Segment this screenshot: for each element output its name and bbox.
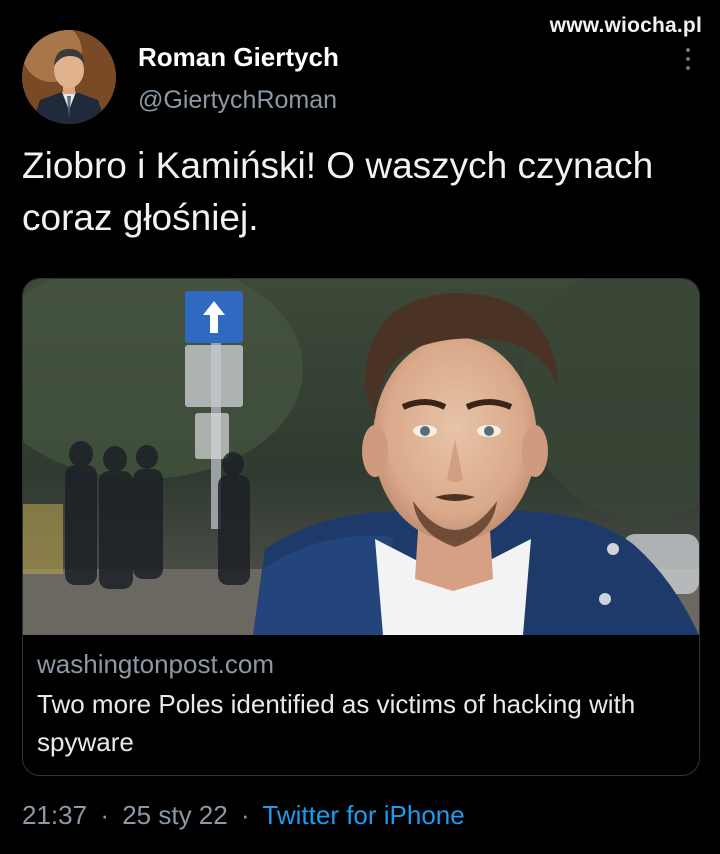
footer-separator: · [100, 800, 109, 830]
author-name[interactable]: Roman Giertych [138, 42, 339, 73]
tweet-time[interactable]: 21:37 [22, 800, 87, 830]
author-handle[interactable]: @GiertychRoman [138, 86, 337, 115]
tweet-footer: 21:37 · 25 sty 22 · Twitter for iPhone [22, 800, 465, 831]
tweet-source[interactable]: Twitter for iPhone [262, 800, 464, 830]
card-image[interactable] [23, 279, 699, 635]
card-domain: washingtonpost.com [37, 649, 275, 679]
card-title[interactable]: Two more Poles identified as victims of … [37, 685, 685, 761]
avatar[interactable] [22, 30, 116, 124]
tweet-date[interactable]: 25 sty 22 [122, 800, 228, 830]
tweet-header: Roman Giertych @GiertychRoman [22, 30, 698, 126]
tweet-text: Ziobro i Kamiński! O waszych czynach cor… [22, 145, 654, 238]
link-card[interactable]: washingtonpost.com Two more Poles identi… [22, 278, 700, 776]
card-meta: washingtonpost.com Two more Poles identi… [37, 647, 685, 761]
more-vertical-icon[interactable] [686, 48, 692, 76]
footer-separator: · [240, 800, 250, 830]
